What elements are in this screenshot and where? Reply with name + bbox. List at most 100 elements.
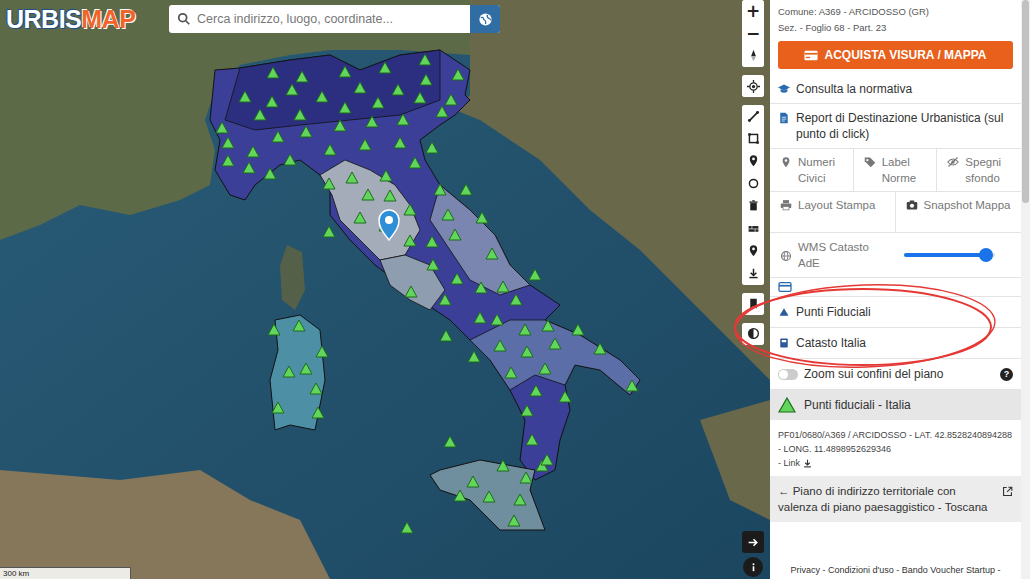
fiducial-point[interactable] [505,367,517,378]
info-button[interactable] [743,557,763,577]
fiducial-point[interactable] [468,351,480,362]
bookmark-button[interactable] [742,293,764,315]
fiducial-point[interactable] [449,229,461,240]
fiducial-point[interactable] [401,522,413,533]
fiducial-point[interactable] [491,314,503,325]
fiducial-point[interactable] [440,330,452,341]
fiducial-point[interactable] [454,490,466,501]
fiducial-point[interactable] [594,343,606,354]
fiducial-point[interactable] [419,54,431,65]
scrollbar-thumb[interactable] [1022,0,1029,203]
fiducial-point[interactable] [293,320,305,331]
fiducial-point[interactable] [521,405,533,416]
fiducial-point[interactable] [300,126,312,137]
fiducial-point[interactable] [426,236,438,247]
fiducial-point[interactable] [483,491,495,502]
fiducial-point[interactable] [494,340,506,351]
fiducial-point[interactable] [467,476,479,487]
collapse-button[interactable] [742,531,764,553]
fiducial-point[interactable] [372,97,384,108]
fiducial-point[interactable] [420,74,432,85]
fiducial-point[interactable] [324,144,336,155]
fiducial-point[interactable] [272,402,284,413]
fiducial-point[interactable] [427,259,439,270]
zoom-button[interactable]: + [742,0,764,22]
fiducial-point[interactable] [247,146,259,157]
draw-tool-button[interactable] [742,150,764,173]
fiducial-point[interactable] [529,269,541,280]
fiducial-point[interactable] [323,178,335,189]
fiducial-point[interactable] [404,235,416,246]
fiducial-point[interactable] [284,154,296,165]
fiducial-point[interactable] [339,66,351,77]
fiducial-point[interactable] [379,62,391,73]
fiducial-point[interactable] [475,282,487,293]
fiducial-point[interactable] [572,324,584,335]
fiducial-point[interactable] [300,363,312,374]
fiducial-point[interactable] [442,209,454,220]
fiducial-point[interactable] [526,434,538,445]
compass-button[interactable] [742,45,764,68]
fiducial-point[interactable] [497,281,509,292]
panel-link[interactable]: Report di Destinazione Urbanistica (sul … [770,104,1021,149]
fiducial-point[interactable] [394,137,406,148]
draw-tool-button[interactable] [742,172,764,195]
fiducial-point[interactable] [549,338,561,349]
fiducial-point[interactable] [243,162,255,173]
locate-button[interactable] [742,75,764,97]
fiducial-point[interactable] [409,157,421,168]
fiducial-point[interactable] [444,436,456,447]
fiducial-point[interactable] [310,383,322,394]
fiducial-point[interactable] [222,155,234,166]
fiducial-point[interactable] [239,91,251,102]
fiducial-point[interactable] [476,212,488,223]
slider-thumb[interactable] [979,248,993,262]
fiducial-point[interactable] [405,286,417,297]
fiducial-point[interactable] [264,168,276,179]
fiducial-point[interactable] [460,184,472,195]
fiducial-point[interactable] [626,380,638,391]
globe-button[interactable] [470,5,500,33]
tool-button[interactable]: Layout Stampa [770,192,896,232]
fiducial-point[interactable] [520,472,532,483]
fiducial-point[interactable] [354,212,366,223]
layer-item[interactable]: Punti Fiduciali [770,297,1021,328]
contrast-button[interactable] [742,323,764,345]
buy-button[interactable]: ACQUISTA VISURA / MAPPA [778,41,1013,69]
tool-button[interactable]: Numeri Civici [770,149,854,191]
location-pin-icon[interactable] [379,210,399,240]
plan-link[interactable]: ← Piano di indirizzo territoriale con va… [770,476,1021,522]
fiducial-point[interactable] [268,324,280,335]
fiducial-point[interactable] [339,102,351,113]
fiducial-point[interactable] [530,385,542,396]
fiducial-point[interactable] [404,204,416,215]
zoom-button[interactable]: − [742,22,764,45]
zoom-toggle[interactable] [778,369,798,380]
map[interactable]: URBISMAP +− 300 km [0,0,770,579]
fiducial-point[interactable] [296,71,308,82]
fiducial-point[interactable] [366,116,378,127]
opacity-slider[interactable] [904,248,995,262]
fiducial-point[interactable] [312,407,324,418]
fiducial-point[interactable] [445,94,457,105]
fiducial-point[interactable] [541,454,553,465]
fiducial-point[interactable] [542,320,554,331]
logo[interactable]: URBISMAP [6,4,135,34]
fiducial-point[interactable] [514,494,526,505]
fiducial-point[interactable] [316,91,328,102]
fiducial-point[interactable] [451,273,463,284]
tool-button[interactable]: Spegni sfondo [937,149,1021,191]
fiducial-point[interactable] [397,114,409,125]
panel-link[interactable]: Consulta la normativa [770,75,1021,104]
tool-button[interactable]: Label Norme [854,149,938,191]
fiducial-point[interactable] [334,120,346,131]
fiducial-point[interactable] [439,294,451,305]
fiducial-point[interactable] [272,131,284,142]
search-input[interactable] [197,12,470,26]
fiducial-point[interactable] [539,363,551,374]
fiducial-point[interactable] [497,460,509,471]
fiducial-point[interactable] [354,82,366,93]
fiducial-point[interactable] [436,106,448,117]
credits-icon[interactable] [778,281,792,293]
fiducial-point[interactable] [380,170,392,181]
